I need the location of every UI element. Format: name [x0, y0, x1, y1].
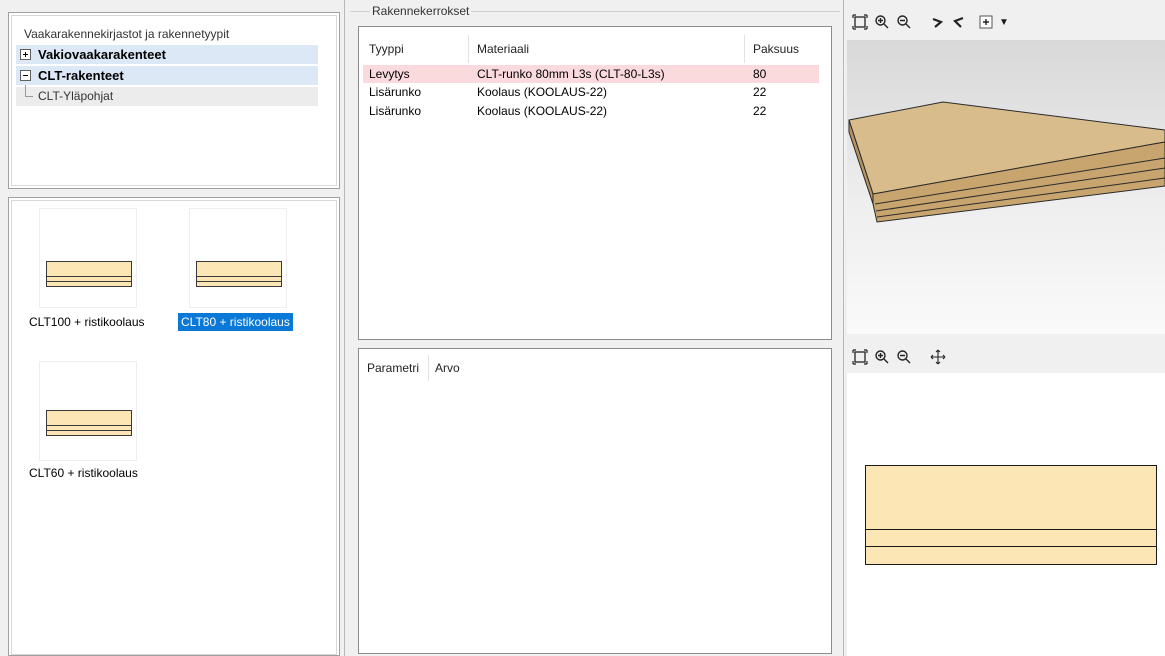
tree-node-label: Vakiovaakarakenteet [38, 47, 166, 62]
expand-icon[interactable] [20, 49, 31, 60]
column-header-type[interactable]: Tyyppi [361, 35, 469, 63]
column-header-value[interactable]: Arvo [429, 355, 479, 381]
splitter[interactable] [344, 0, 345, 656]
table-row[interactable]: Lisärunko Koolaus (KOOLAUS-22) 22 [363, 83, 819, 101]
structure-thumbnail[interactable] [39, 361, 137, 461]
structure-thumbnail[interactable] [39, 208, 137, 308]
column-header-thickness[interactable]: Paksuus [745, 35, 819, 63]
3d-slab-model [848, 101, 1165, 223]
section-drawing [865, 465, 1157, 565]
zoom-extents-icon[interactable] [851, 349, 869, 367]
tree-header: Vaakarakennekirjastot ja rakennetyypit [24, 27, 230, 41]
slab-preview-icon [46, 410, 132, 436]
group-title: Rakennekerrokset [370, 4, 472, 18]
tree-node-vakiovaakarakenteet[interactable]: Vakiovaakarakenteet [16, 45, 318, 64]
cell-thickness: 22 [753, 85, 767, 99]
column-header-material[interactable]: Materiaali [469, 35, 745, 63]
zoom-out-icon[interactable] [895, 349, 913, 367]
table-row[interactable]: Lisärunko Koolaus (KOOLAUS-22) 22 [363, 102, 819, 120]
cell-type: Levytys [369, 67, 410, 81]
layer-boundary [866, 529, 1156, 530]
section-view-toolbar [847, 345, 1165, 373]
structure-thumbnail[interactable] [189, 208, 287, 308]
tree-node-label: CLT-rakenteet [38, 68, 124, 83]
pan-icon[interactable] [929, 349, 947, 367]
cell-material: CLT-runko 80mm L3s (CLT-80-L3s) [477, 67, 665, 81]
section-view[interactable] [847, 345, 1165, 656]
slab-preview-icon [196, 261, 282, 287]
cell-material: Koolaus (KOOLAUS-22) [477, 85, 608, 99]
parameter-table: Parametri Arvo [358, 348, 832, 654]
thumbnail-caption[interactable]: CLT100 + ristikoolaus [26, 313, 148, 331]
3d-view[interactable]: ▼ [847, 8, 1165, 334]
layer-table: Tyyppi Materiaali Paksuus Levytys CLT-ru… [358, 26, 832, 340]
tree-connector [25, 85, 33, 97]
cell-material: Koolaus (KOOLAUS-22) [477, 104, 608, 118]
cell-type: Lisärunko [369, 104, 422, 118]
cell-thickness: 80 [753, 67, 767, 81]
zoom-in-icon[interactable] [873, 349, 891, 367]
library-tree: Vaakarakennekirjastot ja rakennetyypit V… [11, 15, 337, 186]
thumbnail-caption-selected[interactable]: CLT80 + ristikoolaus [178, 313, 293, 331]
layer-boundary [866, 546, 1156, 547]
collapse-icon[interactable] [20, 70, 31, 81]
splitter[interactable] [843, 0, 844, 656]
library-tree-panel: Vaakarakennekirjastot ja rakennetyypit V… [8, 12, 340, 189]
slab-preview-icon [46, 261, 132, 287]
cell-thickness: 22 [753, 104, 767, 118]
column-header-parameter[interactable]: Parametri [361, 355, 429, 381]
thumbnail-caption[interactable]: CLT60 + ristikoolaus [26, 464, 141, 482]
tree-node-clt-rakenteet[interactable]: CLT-rakenteet [16, 66, 318, 85]
cell-type: Lisärunko [369, 85, 422, 99]
structure-type-gallery: CLT100 + ristikoolaus CLT80 + ristikoola… [8, 197, 340, 656]
tree-node-clt-ylapohjat[interactable]: CLT-Yläpohjat [16, 85, 318, 106]
table-row[interactable]: Levytys CLT-runko 80mm L3s (CLT-80-L3s) … [363, 65, 819, 83]
tree-node-label: CLT-Yläpohjat [38, 89, 114, 103]
